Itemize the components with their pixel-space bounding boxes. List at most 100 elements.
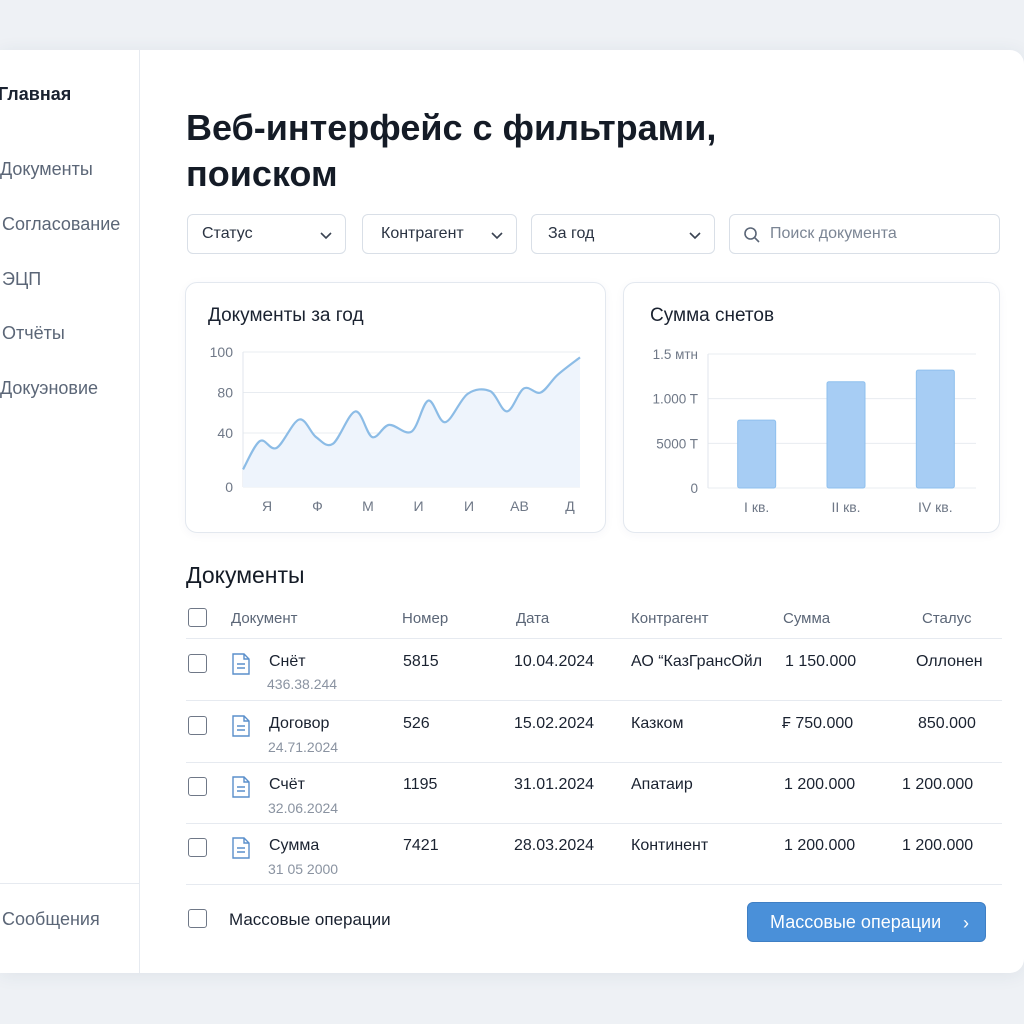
y-tick-label: 40	[217, 425, 233, 441]
document-number: 526	[403, 715, 430, 732]
document-date: 31.01.2024	[514, 776, 595, 793]
chevron-down-icon	[689, 232, 701, 240]
y-tick-label: 0	[225, 479, 233, 495]
document-number: 5815	[403, 653, 439, 670]
document-number: 1195	[403, 776, 438, 793]
column-header-sum[interactable]: Сумма	[783, 610, 830, 627]
document-number: 7421	[403, 837, 439, 854]
bulk-operations-label: Массовые операции	[229, 910, 391, 929]
bulk-select-checkbox[interactable]	[188, 909, 207, 928]
document-sum: 1 200.000	[784, 837, 856, 854]
search-icon	[744, 227, 760, 243]
x-tick-label: Ф	[312, 498, 323, 514]
bar	[826, 381, 866, 489]
row-checkbox[interactable]	[188, 654, 207, 673]
row-checkbox[interactable]	[188, 838, 207, 857]
document-subtext: 32.06.2024	[268, 800, 339, 816]
document-icon	[232, 653, 250, 675]
search-box	[729, 214, 1000, 254]
main-content: Веб-интерфейс с фильтрами, поиском Стату…	[140, 50, 1024, 973]
bar	[737, 419, 777, 489]
sidebar-item-reports[interactable]: Отчёты	[2, 323, 65, 344]
document-subtext: 24.71.2024	[268, 739, 339, 755]
column-header-counterparty[interactable]: Контрагент	[631, 610, 709, 627]
y-tick-label: 1.5 мтн	[653, 347, 698, 362]
documents-per-year-card: Документы за год 100 80 40 0 Я Ф М И И АВ Д	[185, 282, 606, 533]
sidebar-item-signature[interactable]: ЭЦП	[2, 269, 41, 290]
chevron-down-icon	[491, 232, 503, 240]
sidebar-item-messages[interactable]: Сообщения	[2, 909, 100, 930]
document-status: Оллонен	[916, 653, 983, 670]
bulk-operations-button[interactable]: Массовые операции ›	[747, 902, 986, 942]
y-tick-label: 0	[690, 481, 698, 496]
document-counterparty: Апатаир	[631, 776, 693, 793]
chevron-right-icon: ›	[963, 913, 969, 933]
document-icon	[232, 715, 250, 737]
counterparty-filter[interactable]: Контрагент	[362, 214, 517, 254]
select-all-checkbox[interactable]	[188, 608, 207, 627]
bar-chart: 1.5 мтн 1.000 T 5000 T 0 I кв. II кв. IV кв.	[652, 347, 976, 515]
x-tick-label: Д	[565, 498, 575, 514]
document-icon	[232, 837, 250, 859]
document-counterparty: АО “КазГрансОйл	[631, 653, 763, 670]
y-tick-label: 1.000 T	[652, 392, 698, 407]
document-status: 850.000	[918, 715, 976, 732]
line-chart-area	[243, 357, 580, 487]
y-tick-label: 5000 T	[656, 436, 698, 451]
row-divider	[186, 884, 1002, 885]
sidebar-item-extra[interactable]: Докуэновие	[0, 378, 98, 399]
status-filter[interactable]: Статус	[187, 214, 346, 254]
row-checkbox[interactable]	[188, 777, 207, 796]
search-input[interactable]	[770, 225, 990, 243]
document-icon	[232, 776, 250, 798]
row-divider	[186, 762, 1002, 763]
x-tick-label: I кв.	[744, 499, 769, 515]
chevron-down-icon	[320, 232, 332, 240]
column-header-document[interactable]: Документ	[231, 610, 298, 627]
bar	[915, 369, 955, 489]
document-sum: 1 150.000	[785, 653, 857, 670]
sidebar-item-approval[interactable]: Согласование	[2, 214, 120, 235]
sidebar-item-home[interactable]: Главная	[0, 84, 71, 105]
counterparty-filter-label: Контрагент	[381, 225, 464, 242]
x-tick-label: И	[464, 498, 474, 514]
document-name[interactable]: Счёт	[269, 776, 305, 794]
document-name[interactable]: Сумма	[269, 837, 319, 855]
invoice-sum-card: Сумма снетов 1.5 мтн 1.000 T 5000 T0I кв. I…	[623, 282, 1000, 533]
document-date: 10.04.2024	[514, 653, 595, 670]
document-counterparty: Континент	[631, 837, 709, 854]
sidebar-divider	[0, 883, 140, 884]
x-tick-label: II кв.	[831, 499, 860, 515]
period-filter[interactable]: За год	[531, 214, 715, 254]
document-name[interactable]: Договор	[269, 715, 329, 733]
document-status: 1 200.000	[902, 776, 974, 793]
column-header-date[interactable]: Дата	[516, 610, 549, 627]
x-tick-label: IV кв.	[918, 499, 953, 515]
document-subtext: 31 05 2000	[268, 861, 339, 877]
x-tick-label: И	[413, 498, 423, 514]
header-divider	[186, 638, 1002, 639]
y-tick-label: 80	[217, 385, 233, 401]
column-header-number[interactable]: Номер	[402, 610, 448, 627]
document-status: 1 200.000	[902, 837, 974, 854]
sidebar-item-documents[interactable]: Документы	[0, 159, 93, 180]
x-tick-label: АВ	[510, 498, 529, 514]
document-sum: 1 200.000	[784, 776, 856, 793]
row-checkbox[interactable]	[188, 716, 207, 735]
x-tick-label: Я	[262, 498, 272, 514]
document-name[interactable]: Снёт	[269, 653, 306, 671]
app-window: Главная Документы Согласование ЭЦП Отчёт…	[0, 50, 1024, 973]
document-counterparty: Казком	[631, 715, 684, 732]
status-filter-label: Статус	[202, 225, 253, 242]
x-tick-label: М	[362, 498, 374, 514]
y-tick-label: 100	[210, 344, 234, 360]
document-subtext: 436.38.244	[267, 676, 338, 692]
row-divider	[186, 823, 1002, 824]
documents-section-title: Документы	[186, 562, 305, 588]
page-title: Веб-интерфейс с фильтрами, поиском	[186, 107, 717, 194]
document-sum: ₣ 750.000	[782, 715, 854, 732]
column-header-status[interactable]: Сталус	[922, 610, 971, 627]
document-date: 28.03.2024	[514, 837, 595, 854]
line-chart: 100 80 40 0 Я Ф М И И АВ Д	[210, 344, 581, 514]
row-divider	[186, 700, 1002, 701]
